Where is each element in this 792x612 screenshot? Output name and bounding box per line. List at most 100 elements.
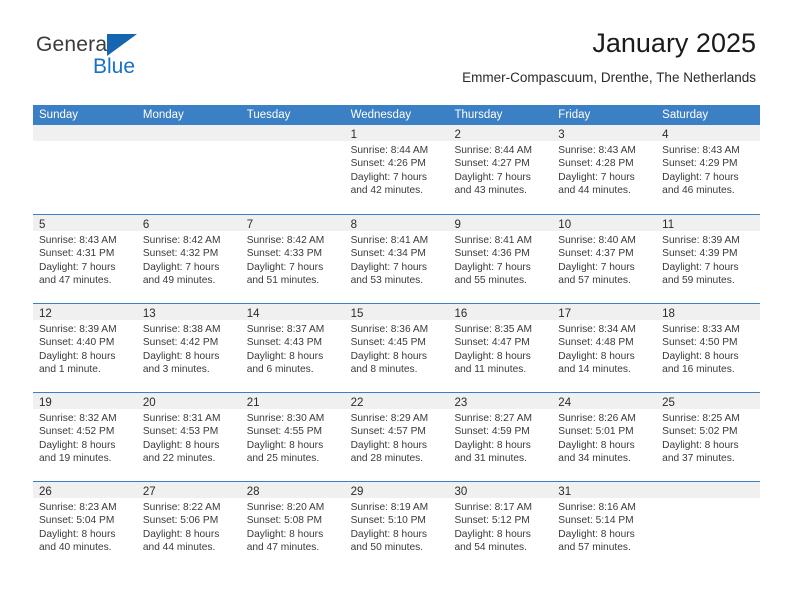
sunrise-text: Sunrise: 8:44 AM bbox=[454, 145, 533, 156]
calendar-day-cell[interactable]: 26 Sunrise: 8:23 AM Sunset: 5:04 PM Dayligh… bbox=[33, 482, 137, 570]
daylight-text-line2: and 25 minutes. bbox=[246, 453, 320, 465]
generalblue-logo[interactable]: General Blue bbox=[36, 32, 236, 88]
sunset-text: Sunset: 4:52 PM bbox=[39, 426, 115, 438]
daylight-text-line2: and 47 minutes. bbox=[39, 275, 112, 287]
calendar-day-cell[interactable]: 11 Sunrise: 8:39 AM Sunset: 4:39 PM Dayligh… bbox=[656, 215, 761, 303]
day-number-band: 6 bbox=[136, 215, 241, 231]
calendar-day-cell-empty bbox=[33, 125, 137, 214]
calendar-day-cell[interactable]: 27 Sunrise: 8:22 AM Sunset: 5:06 PM Dayligh… bbox=[136, 482, 241, 570]
daylight-text-line1: Daylight: 8 hours bbox=[454, 528, 531, 540]
weekday-header-tuesday: Tuesday bbox=[246, 109, 291, 121]
daylight-text-line1: Daylight: 7 hours bbox=[558, 171, 635, 183]
day-number: 11 bbox=[662, 219, 675, 231]
sunset-text: Sunset: 4:50 PM bbox=[662, 337, 738, 349]
calendar-day-cell[interactable]: 10 Sunrise: 8:40 AM Sunset: 4:37 PM Dayligh… bbox=[552, 215, 657, 303]
day-details: Sunrise: 8:20 AM Sunset: 5:08 PM Daylight:… bbox=[241, 498, 345, 555]
day-number-band: 16 bbox=[448, 304, 553, 320]
day-number: 21 bbox=[246, 397, 260, 409]
sunset-text: Sunset: 4:29 PM bbox=[662, 158, 738, 170]
calendar-day-cell[interactable]: 1 Sunrise: 8:44 AM Sunset: 4:26 PM Daylight… bbox=[344, 125, 449, 214]
calendar-day-cell[interactable]: 9 Sunrise: 8:41 AM Sunset: 4:36 PM Daylight… bbox=[448, 215, 553, 303]
calendar-day-cell[interactable]: 28 Sunrise: 8:20 AM Sunset: 5:08 PM Dayligh… bbox=[240, 482, 345, 570]
day-number-band: 24 bbox=[552, 393, 657, 409]
calendar-day-cell[interactable]: 22 Sunrise: 8:29 AM Sunset: 4:57 PM Dayligh… bbox=[344, 393, 449, 481]
weekday-header-friday: Friday bbox=[558, 109, 591, 121]
day-details: Sunrise: 8:30 AM Sunset: 4:55 PM Daylight:… bbox=[241, 409, 345, 466]
day-number-band bbox=[656, 482, 761, 498]
calendar-weeks: 1 Sunrise: 8:44 AM Sunset: 4:26 PM Daylight… bbox=[33, 125, 761, 570]
sunset-text: Sunset: 4:55 PM bbox=[246, 426, 323, 438]
daylight-text-line1: Daylight: 8 hours bbox=[246, 528, 324, 540]
day-number: 7 bbox=[246, 219, 254, 231]
sunrise-text: Sunrise: 8:22 AM bbox=[142, 502, 221, 513]
daylight-text-line1: Daylight: 8 hours bbox=[454, 350, 531, 362]
calendar-day-cell[interactable]: 29 Sunrise: 8:19 AM Sunset: 5:10 PM Dayligh… bbox=[344, 482, 449, 570]
day-number-band: 18 bbox=[656, 304, 761, 320]
day-details: Sunrise: 8:39 AM Sunset: 4:40 PM Daylight:… bbox=[33, 320, 137, 377]
sunrise-text: Sunrise: 8:41 AM bbox=[454, 235, 533, 246]
sunset-text: Sunset: 4:39 PM bbox=[662, 248, 738, 260]
day-number-band: 5 bbox=[33, 215, 137, 231]
sunrise-text: Sunrise: 8:35 AM bbox=[454, 324, 533, 335]
daylight-text-line1: Daylight: 7 hours bbox=[246, 261, 324, 273]
day-number-band: 27 bbox=[136, 482, 241, 498]
calendar-day-cell[interactable]: 7 Sunrise: 8:42 AM Sunset: 4:33 PM Daylight… bbox=[240, 215, 345, 303]
calendar-day-cell[interactable]: 25 Sunrise: 8:25 AM Sunset: 5:02 PM Dayligh… bbox=[656, 393, 761, 481]
calendar-day-cell[interactable]: 14 Sunrise: 8:37 AM Sunset: 4:43 PM Dayligh… bbox=[240, 304, 345, 392]
sunrise-text: Sunrise: 8:42 AM bbox=[142, 235, 221, 246]
daylight-text-line1: Daylight: 8 hours bbox=[558, 350, 635, 362]
weekday-header-monday: Monday bbox=[142, 109, 184, 121]
calendar-day-cell[interactable]: 5 Sunrise: 8:43 AM Sunset: 4:31 PM Daylight… bbox=[33, 215, 137, 303]
calendar-day-cell[interactable]: 19 Sunrise: 8:32 AM Sunset: 4:52 PM Dayligh… bbox=[33, 393, 137, 481]
calendar-day-cell[interactable]: 24 Sunrise: 8:26 AM Sunset: 5:01 PM Dayligh… bbox=[552, 393, 657, 481]
calendar-day-cell[interactable]: 12 Sunrise: 8:39 AM Sunset: 4:40 PM Dayligh… bbox=[33, 304, 137, 392]
calendar-day-cell[interactable]: 15 Sunrise: 8:36 AM Sunset: 4:45 PM Dayligh… bbox=[344, 304, 449, 392]
calendar-day-cell[interactable]: 21 Sunrise: 8:30 AM Sunset: 4:55 PM Dayligh… bbox=[240, 393, 345, 481]
daylight-text-line1: Daylight: 8 hours bbox=[662, 439, 739, 451]
daylight-text-line2: and 40 minutes. bbox=[39, 542, 112, 554]
sunset-text: Sunset: 5:06 PM bbox=[142, 515, 219, 527]
calendar-day-cell[interactable]: 2 Sunrise: 8:44 AM Sunset: 4:27 PM Daylight… bbox=[448, 125, 553, 214]
calendar-day-cell[interactable]: 23 Sunrise: 8:27 AM Sunset: 4:59 PM Dayligh… bbox=[448, 393, 553, 481]
day-number: 30 bbox=[454, 486, 468, 498]
calendar-day-cell[interactable]: 4 Sunrise: 8:43 AM Sunset: 4:29 PM Daylight… bbox=[656, 125, 761, 214]
day-details: Sunrise: 8:16 AM Sunset: 5:14 PM Daylight:… bbox=[552, 498, 656, 555]
calendar-day-cell[interactable]: 17 Sunrise: 8:34 AM Sunset: 4:48 PM Dayligh… bbox=[552, 304, 657, 392]
day-number: 15 bbox=[350, 308, 364, 320]
sunrise-text: Sunrise: 8:39 AM bbox=[662, 235, 740, 246]
calendar-day-cell[interactable]: 3 Sunrise: 8:43 AM Sunset: 4:28 PM Daylight… bbox=[552, 125, 657, 214]
calendar-day-cell[interactable]: 31 Sunrise: 8:16 AM Sunset: 5:14 PM Dayligh… bbox=[552, 482, 657, 570]
calendar-day-cell[interactable]: 13 Sunrise: 8:38 AM Sunset: 4:42 PM Dayligh… bbox=[136, 304, 241, 392]
calendar-day-cell[interactable]: 18 Sunrise: 8:33 AM Sunset: 4:50 PM Dayligh… bbox=[656, 304, 761, 392]
calendar-day-cell[interactable]: 16 Sunrise: 8:35 AM Sunset: 4:47 PM Dayligh… bbox=[448, 304, 553, 392]
daylight-text-line2: and 57 minutes. bbox=[558, 542, 631, 554]
sunrise-text: Sunrise: 8:33 AM bbox=[662, 324, 740, 335]
calendar-day-cell[interactable]: 20 Sunrise: 8:31 AM Sunset: 4:53 PM Dayligh… bbox=[136, 393, 241, 481]
day-details: Sunrise: 8:37 AM Sunset: 4:43 PM Daylight:… bbox=[241, 320, 345, 377]
day-number: 31 bbox=[558, 486, 572, 498]
calendar-day-cell[interactable]: 6 Sunrise: 8:42 AM Sunset: 4:32 PM Daylight… bbox=[136, 215, 241, 303]
daylight-text-line2: and 53 minutes. bbox=[350, 275, 424, 287]
day-number: 10 bbox=[558, 219, 572, 231]
daylight-text-line1: Daylight: 8 hours bbox=[142, 350, 220, 362]
calendar-day-cell[interactable]: 8 Sunrise: 8:41 AM Sunset: 4:34 PM Daylight… bbox=[344, 215, 449, 303]
calendar-day-cell[interactable]: 30 Sunrise: 8:17 AM Sunset: 5:12 PM Dayligh… bbox=[448, 482, 553, 570]
day-number: 8 bbox=[350, 219, 357, 231]
day-details: Sunrise: 8:34 AM Sunset: 4:48 PM Daylight:… bbox=[552, 320, 656, 377]
day-details: Sunrise: 8:26 AM Sunset: 5:01 PM Daylight:… bbox=[552, 409, 656, 466]
calendar-day-cell-empty bbox=[240, 125, 345, 214]
daylight-text-line2: and 22 minutes. bbox=[142, 453, 216, 465]
daylight-text-line2: and 19 minutes. bbox=[39, 453, 112, 465]
daylight-text-line2: and 43 minutes. bbox=[454, 185, 527, 197]
sunrise-text: Sunrise: 8:36 AM bbox=[350, 324, 429, 335]
day-number-band: 23 bbox=[448, 393, 553, 409]
title-block: January 2025 Emmer-Compascuum, Drenthe, … bbox=[462, 26, 756, 88]
day-details: Sunrise: 8:25 AM Sunset: 5:02 PM Daylight:… bbox=[656, 409, 760, 466]
day-number-band: 4 bbox=[656, 125, 761, 141]
day-details: Sunrise: 8:17 AM Sunset: 5:12 PM Daylight:… bbox=[448, 498, 552, 555]
daylight-text-line2: and 54 minutes. bbox=[454, 542, 527, 554]
day-number: 20 bbox=[142, 397, 156, 409]
day-number: 16 bbox=[454, 308, 468, 320]
page-title: January 2025 bbox=[592, 28, 756, 58]
daylight-text-line1: Daylight: 8 hours bbox=[558, 439, 635, 451]
